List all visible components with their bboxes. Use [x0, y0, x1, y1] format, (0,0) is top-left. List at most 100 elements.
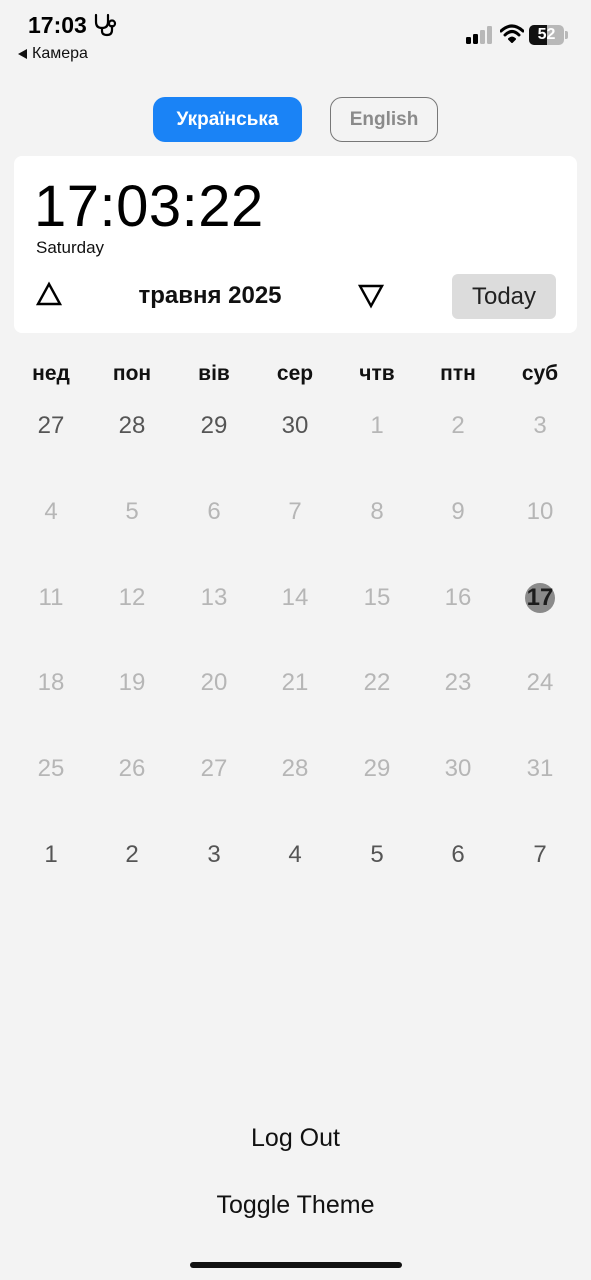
day-number: 20: [200, 669, 228, 696]
day-number: 25: [37, 755, 65, 782]
day-cell[interactable]: 2: [92, 835, 172, 875]
day-cell[interactable]: 27: [174, 749, 254, 789]
day-cell[interactable]: 30: [255, 406, 335, 446]
day-number: 31: [526, 755, 554, 782]
day-cell[interactable]: 1: [11, 835, 91, 875]
day-cell[interactable]: 30: [418, 749, 498, 789]
weekday-label: вів: [198, 362, 230, 385]
day-cell[interactable]: 10: [500, 492, 580, 532]
day-number: 9: [451, 498, 465, 525]
toggle-theme-button[interactable]: Toggle Theme: [0, 1191, 591, 1220]
day-number: 6: [451, 841, 465, 868]
day-cell[interactable]: 29: [174, 406, 254, 446]
back-link-label: Камера: [32, 45, 88, 62]
day-number: 12: [118, 584, 146, 611]
ukrainian-language-button[interactable]: Українська: [153, 97, 302, 142]
day-cell[interactable]: 16: [418, 578, 498, 618]
current-weekday: Saturday: [36, 238, 105, 257]
day-cell[interactable]: 5: [337, 835, 417, 875]
day-number: 30: [281, 412, 309, 439]
day-cell[interactable]: 14: [255, 578, 335, 618]
weekday-label: нед: [32, 362, 70, 385]
day-number: 7: [533, 841, 547, 868]
day-number: 27: [200, 755, 228, 782]
day-cell[interactable]: 28: [255, 749, 335, 789]
day-number: 27: [37, 412, 65, 439]
day-cell[interactable]: 27: [11, 406, 91, 446]
day-cell[interactable]: 9: [418, 492, 498, 532]
current-time: 17:03:22: [34, 174, 264, 239]
day-cell[interactable]: 8: [337, 492, 417, 532]
weekday-label: суб: [521, 362, 559, 385]
next-month-icon[interactable]: [358, 283, 384, 309]
day-cell[interactable]: 31: [500, 749, 580, 789]
day-number: 21: [281, 669, 309, 696]
cellular-signal-icon: [466, 26, 492, 44]
day-cell[interactable]: 2: [418, 406, 498, 446]
day-cell[interactable]: 4: [255, 835, 335, 875]
log-out-button[interactable]: Log Out: [0, 1124, 591, 1153]
day-cell[interactable]: 29: [337, 749, 417, 789]
day-cell[interactable]: 7: [500, 835, 580, 875]
day-cell[interactable]: 21: [255, 663, 335, 703]
home-indicator: [190, 1262, 402, 1268]
weekday-header-row: нед пон вів сер чтв птн суб: [0, 362, 591, 392]
day-number: 1: [370, 412, 384, 439]
calendar-grid: 27 28 29 30 1 2 3 4 5 6 7 8 9 10 11 12 13 14 15 16 17 18 19 20 2…: [0, 404, 591, 920]
day-cell[interactable]: 22: [337, 663, 417, 703]
day-cell[interactable]: 19: [92, 663, 172, 703]
day-cell[interactable]: 25: [11, 749, 91, 789]
day-number: 26: [118, 755, 146, 782]
day-cell[interactable]: 1: [337, 406, 417, 446]
day-number: 24: [526, 669, 554, 696]
day-number: 22: [363, 669, 391, 696]
day-number: 18: [37, 669, 65, 696]
status-bar: 17:03 Камера 52: [0, 0, 591, 70]
wifi-icon: [500, 24, 524, 43]
back-arrow-icon: [18, 49, 27, 59]
day-number: 4: [288, 841, 302, 868]
day-cell[interactable]: 11: [11, 578, 91, 618]
stethoscope-icon: [94, 13, 117, 37]
day-number: 29: [363, 755, 391, 782]
selected-day-cell[interactable]: 17: [500, 578, 580, 618]
day-cell[interactable]: 26: [92, 749, 172, 789]
back-to-camera-link[interactable]: Камера: [18, 45, 88, 63]
day-cell[interactable]: 15: [337, 578, 417, 618]
battery-icon: 52: [529, 25, 568, 45]
day-cell[interactable]: 20: [174, 663, 254, 703]
day-cell[interactable]: 6: [418, 835, 498, 875]
today-button[interactable]: Today: [452, 274, 556, 319]
month-year-label: травня 2025: [138, 282, 282, 309]
day-number: 13: [200, 584, 228, 611]
day-number: 2: [125, 841, 139, 868]
day-number: 3: [207, 841, 221, 868]
day-number: 5: [125, 498, 139, 525]
status-time: 17:03: [28, 12, 87, 38]
day-number: 30: [444, 755, 472, 782]
day-number: 11: [38, 584, 64, 611]
previous-month-icon[interactable]: [36, 281, 62, 307]
day-number: 29: [200, 412, 228, 439]
battery-level: 52: [537, 26, 556, 43]
day-cell[interactable]: 6: [174, 492, 254, 532]
day-cell[interactable]: 7: [255, 492, 335, 532]
english-language-button[interactable]: English: [330, 97, 438, 142]
day-cell[interactable]: 23: [418, 663, 498, 703]
day-cell[interactable]: 28: [92, 406, 172, 446]
day-cell[interactable]: 12: [92, 578, 172, 618]
day-number: 23: [444, 669, 472, 696]
day-cell[interactable]: 3: [174, 835, 254, 875]
day-cell[interactable]: 24: [500, 663, 580, 703]
day-cell[interactable]: 3: [500, 406, 580, 446]
day-number: 6: [207, 498, 221, 525]
day-number: 10: [526, 498, 554, 525]
day-number: 7: [288, 498, 302, 525]
day-number: 16: [444, 584, 472, 611]
day-number: 2: [451, 412, 465, 439]
day-number: 3: [533, 412, 547, 439]
day-cell[interactable]: 13: [174, 578, 254, 618]
day-cell[interactable]: 5: [92, 492, 172, 532]
day-cell[interactable]: 4: [11, 492, 91, 532]
day-cell[interactable]: 18: [11, 663, 91, 703]
